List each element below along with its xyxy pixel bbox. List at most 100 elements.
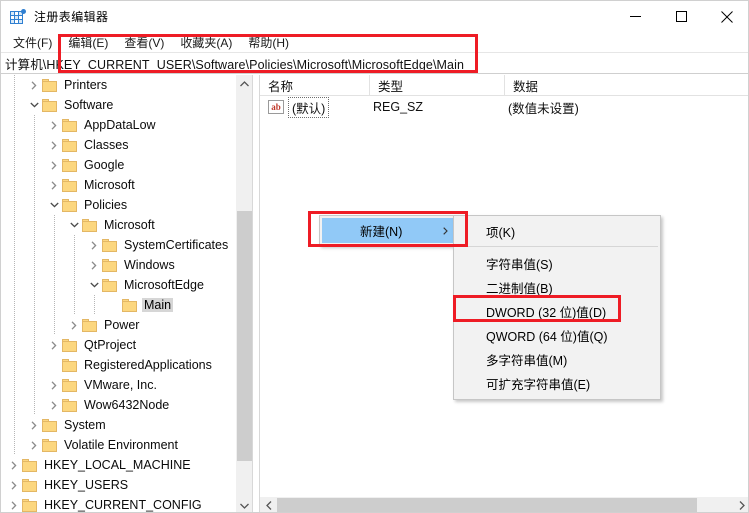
- registry-editor-icon: [10, 8, 26, 25]
- tree-guide-line: [54, 315, 55, 335]
- chevron-down-icon[interactable]: [46, 195, 62, 215]
- scroll-up-icon[interactable]: [236, 75, 252, 92]
- chevron-right-icon[interactable]: [26, 75, 42, 95]
- tree-item-label: System: [64, 418, 106, 432]
- column-header-data[interactable]: 数据: [505, 75, 748, 96]
- tree-item-label: Windows: [124, 258, 175, 272]
- chevron-right-icon[interactable]: [46, 135, 62, 155]
- tree-item-hkey-local-machine[interactable]: HKEY_LOCAL_MACHINE: [1, 455, 252, 475]
- tree-item-main[interactable]: Main: [1, 295, 252, 315]
- registry-editor-window: 注册表编辑器 文件(F) 编辑(E) 查看(V) 收藏夹(A) 帮助(H) 计算…: [0, 0, 749, 513]
- scroll-right-icon[interactable]: [733, 497, 748, 512]
- scroll-left-icon[interactable]: [260, 497, 277, 512]
- chevron-right-icon[interactable]: [46, 175, 62, 195]
- tree-guide-line: [14, 335, 15, 355]
- registry-tree: Printers Software AppDataLow Classes Google M…: [1, 75, 252, 512]
- tree-item-microsoftedge[interactable]: MicrosoftEdge: [1, 275, 252, 295]
- tree-item-power[interactable]: Power: [1, 315, 252, 335]
- tree-item-classes[interactable]: Classes: [1, 135, 252, 155]
- chevron-right-icon[interactable]: [46, 115, 62, 135]
- tree-item-system[interactable]: System: [1, 415, 252, 435]
- tree-guide-line: [14, 155, 15, 175]
- tree-item-hkey-users[interactable]: HKEY_USERS: [1, 475, 252, 495]
- tree-item-software[interactable]: Software: [1, 95, 252, 115]
- folder-icon: [62, 198, 77, 212]
- tree-vertical-scrollbar[interactable]: [235, 75, 252, 512]
- chevron-right-icon[interactable]: [66, 315, 82, 335]
- tree-guide-line: [34, 375, 35, 395]
- tree-guide-line: [34, 275, 35, 295]
- chevron-right-icon[interactable]: [6, 455, 22, 475]
- maximize-button[interactable]: [658, 1, 704, 32]
- chevron-right-icon[interactable]: [86, 235, 102, 255]
- submenu-item-expandable-str[interactable]: 可扩充字符串值(E): [454, 371, 660, 395]
- pane-splitter[interactable]: [252, 75, 260, 512]
- tree-item-volatile-environment[interactable]: Volatile Environment: [1, 435, 252, 455]
- column-header-type[interactable]: 类型: [370, 75, 505, 96]
- value-list-header: 名称 类型 数据: [260, 75, 748, 96]
- chevron-right-icon[interactable]: [46, 395, 62, 415]
- column-header-name[interactable]: 名称: [260, 75, 370, 96]
- submenu-item-key[interactable]: 项(K): [454, 219, 660, 243]
- submenu-item-multi-string[interactable]: 多字符串值(M): [454, 347, 660, 371]
- chevron-right-icon[interactable]: [26, 415, 42, 435]
- chevron-right-icon[interactable]: [46, 335, 62, 355]
- tree-guide-line: [14, 355, 15, 375]
- tree-guide-line: [14, 315, 15, 335]
- scroll-down-icon[interactable]: [236, 497, 252, 512]
- table-row[interactable]: ab (默认) REG_SZ (数值未设置): [260, 96, 748, 118]
- tree-item-label: Volatile Environment: [64, 438, 178, 452]
- tree-item-printers[interactable]: Printers: [1, 75, 252, 95]
- chevron-right-icon[interactable]: [46, 375, 62, 395]
- submenu-item-string[interactable]: 字符串值(S): [454, 251, 660, 275]
- chevron-right-icon[interactable]: [6, 495, 22, 512]
- chevron-right-icon[interactable]: [26, 435, 42, 455]
- chevron-down-icon[interactable]: [26, 95, 42, 115]
- tree-guide-line: [14, 375, 15, 395]
- tree-item-microsoft[interactable]: Microsoft: [1, 215, 252, 235]
- tree-guide-line: [94, 295, 95, 315]
- tree-item-label: VMware, Inc.: [84, 378, 157, 392]
- folder-icon: [122, 298, 137, 312]
- tree-item-hkey-current-config[interactable]: HKEY_CURRENT_CONFIG: [1, 495, 252, 512]
- tree-guide-line: [54, 235, 55, 255]
- tree-scrollbar-thumb[interactable]: [237, 211, 252, 461]
- menu-file[interactable]: 文件(F): [6, 33, 59, 52]
- tree-item-microsoft[interactable]: Microsoft: [1, 175, 252, 195]
- tree-guide-line: [54, 295, 55, 315]
- chevron-down-icon[interactable]: [86, 275, 102, 295]
- tree-guide-line: [34, 155, 35, 175]
- tree-guide-line: [14, 275, 15, 295]
- tree-guide-line: [54, 255, 55, 275]
- chevron-right-icon[interactable]: [46, 155, 62, 175]
- tree-item-label: Classes: [84, 138, 129, 152]
- tree-item-appdatalow[interactable]: AppDataLow: [1, 115, 252, 135]
- highlight-new-menu: [308, 211, 468, 247]
- chevron-right-icon[interactable]: [6, 475, 22, 495]
- tree-guide-line: [14, 255, 15, 275]
- tree-item-policies[interactable]: Policies: [1, 195, 252, 215]
- tree-item-wow6432node[interactable]: Wow6432Node: [1, 395, 252, 415]
- value-data: (数值未设置): [508, 101, 579, 116]
- value-scrollbar-thumb[interactable]: [277, 498, 697, 512]
- tree-item-windows[interactable]: Windows: [1, 255, 252, 275]
- submenu-item-qword64[interactable]: QWORD (64 位)值(Q): [454, 323, 660, 347]
- close-button[interactable]: [704, 1, 748, 32]
- tree-guide-line: [54, 275, 55, 295]
- chevron-right-icon[interactable]: [86, 255, 102, 275]
- submenu-item-qword64-label: QWORD (64 位)值(Q): [486, 329, 608, 344]
- tree-item-systemcertificates[interactable]: SystemCertificates: [1, 235, 252, 255]
- tree-guide-line: [14, 435, 15, 455]
- tree-item-qtproject[interactable]: QtProject: [1, 335, 252, 355]
- folder-icon: [62, 178, 77, 192]
- tree-guide-line: [34, 335, 35, 355]
- tree-item-registeredapplications[interactable]: RegisteredApplications: [1, 355, 252, 375]
- chevron-down-icon[interactable]: [66, 215, 82, 235]
- minimize-button[interactable]: [612, 1, 658, 32]
- value-horizontal-scrollbar[interactable]: [260, 497, 748, 512]
- tree-item-label: Microsoft: [84, 178, 135, 192]
- tree-guide-line: [34, 255, 35, 275]
- tree-item-vmware-inc[interactable]: VMware, Inc.: [1, 375, 252, 395]
- tree-item-google[interactable]: Google: [1, 155, 252, 175]
